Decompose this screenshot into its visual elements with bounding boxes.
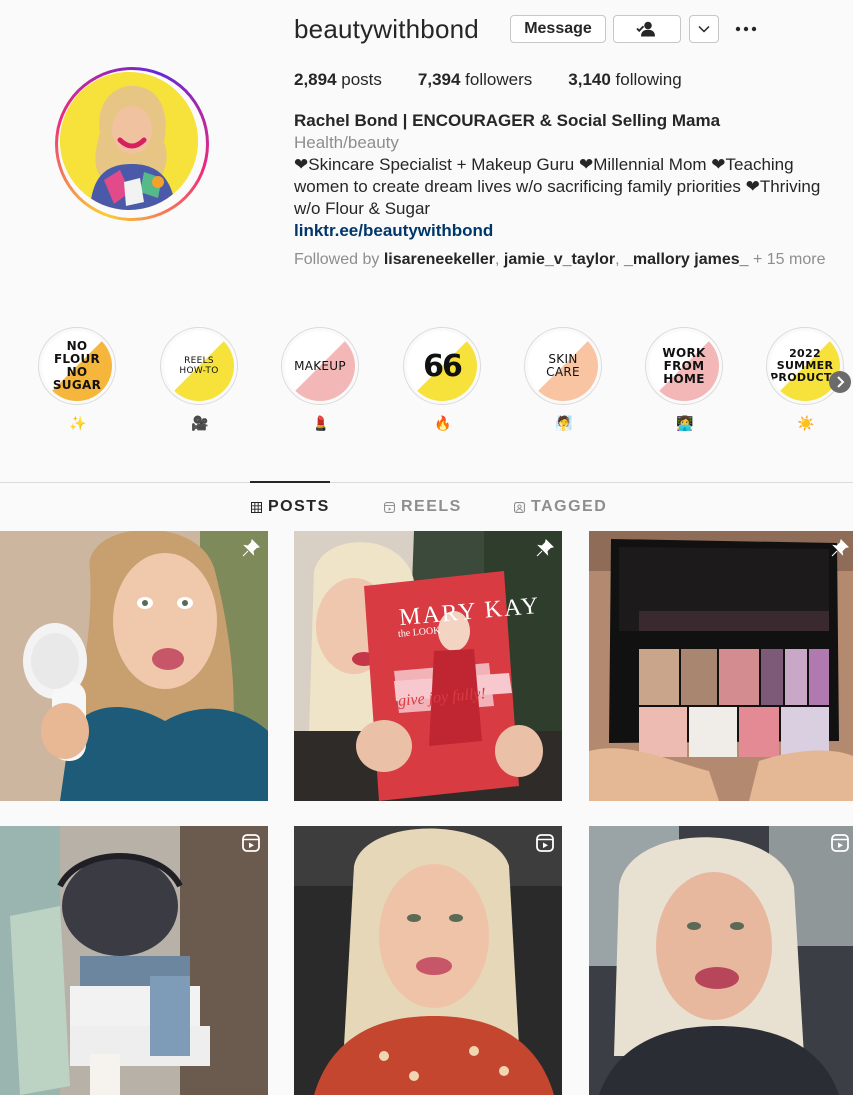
post-image	[294, 531, 562, 801]
post-image	[0, 531, 268, 801]
tab-tagged[interactable]: TAGGED	[514, 498, 607, 516]
post-thumbnail[interactable]	[0, 826, 268, 1095]
bio-text: ❤Skincare Specialist + Makeup Guru ❤Mill…	[294, 155, 821, 218]
tabs-divider	[0, 482, 853, 483]
followers-link[interactable]: 7,394 followers	[418, 70, 532, 90]
highlight-cover: 66	[403, 327, 481, 405]
followed-by-user[interactable]: _mallory james_	[624, 251, 749, 268]
highlight-cover: 2022 SUMMER PRODUCTS	[766, 327, 844, 405]
quote-marks-icon: 66	[423, 348, 463, 384]
following-count-value: 3,140	[568, 70, 611, 89]
post-image	[294, 826, 562, 1095]
following-button[interactable]	[613, 15, 681, 43]
highlight-quotes[interactable]: 66 🔥	[403, 327, 483, 432]
profile-username: beautywithbond	[294, 14, 479, 44]
reel-icon	[831, 834, 849, 852]
highlight-label: 🧖	[555, 415, 573, 431]
profile-full-name: Rachel Bond | ENCOURAGER & Social Sellin…	[294, 111, 721, 130]
highlight-title: REELS HOW-TO	[179, 356, 219, 376]
post-image	[589, 826, 853, 1095]
profile-category: Health/beauty	[294, 133, 399, 152]
tab-reels[interactable]: REELS	[384, 498, 462, 516]
followed-by-prefix: Followed by	[294, 251, 384, 268]
highlight-label: ☀️	[797, 415, 815, 431]
highlights-next-arrow[interactable]	[829, 371, 851, 393]
followers-count-label: followers	[460, 70, 533, 89]
avatar-photo	[60, 72, 198, 210]
highlight-reels-how-to[interactable]: REELS HOW-TO 🎥	[160, 327, 240, 432]
profile-bio: Rachel Bond | ENCOURAGER & Social Sellin…	[294, 110, 839, 242]
highlight-label: 🎥	[191, 415, 209, 431]
profile-avatar-story-ring[interactable]	[55, 67, 209, 221]
highlight-cover: NO FLOUR NO SUGAR	[38, 327, 116, 405]
pin-icon	[831, 539, 849, 557]
reels-icon	[384, 501, 395, 513]
highlight-skin-care[interactable]: SKIN CARE 🧖	[524, 327, 604, 432]
following-count-label: following	[610, 70, 682, 89]
post-thumbnail[interactable]	[0, 531, 268, 801]
post-thumbnail[interactable]	[589, 531, 853, 801]
ellipsis-icon	[735, 26, 757, 32]
highlight-no-flour-no-sugar[interactable]: NO FLOUR NO SUGAR ✨	[38, 327, 118, 432]
message-button[interactable]: Message	[510, 15, 606, 43]
profile-page: beautywithbond Message 2,894 posts 7,394…	[0, 0, 853, 1095]
chevron-down-icon	[698, 25, 710, 33]
grid-icon	[251, 501, 262, 513]
tab-posts[interactable]: POSTS	[251, 498, 330, 516]
followed-by-user[interactable]: jamie_v_taylor	[504, 251, 615, 268]
pin-icon	[536, 539, 554, 557]
chevron-right-icon	[837, 376, 845, 388]
tab-reels-label: REELS	[401, 498, 462, 515]
person-check-icon	[636, 21, 655, 37]
suggestions-dropdown-button[interactable]	[689, 15, 719, 43]
highlight-label: 💄	[312, 415, 330, 431]
bio-link[interactable]: linktr.ee/beautywithbond	[294, 220, 839, 242]
profile-stats: 2,894 posts 7,394 followers 3,140 follow…	[294, 70, 718, 90]
followed-by-user[interactable]: lisareneekeller	[384, 251, 495, 268]
post-thumbnail[interactable]	[294, 826, 562, 1095]
highlight-title: SKIN CARE	[546, 352, 580, 379]
tag-icon	[514, 501, 525, 513]
highlight-cover: REELS HOW-TO	[160, 327, 238, 405]
posts-count: 2,894 posts	[294, 70, 382, 90]
avatar	[60, 72, 198, 210]
posts-count-label: posts	[336, 70, 382, 89]
highlight-label: 👩‍💻	[676, 415, 694, 431]
post-thumbnail[interactable]	[589, 826, 853, 1095]
tab-tagged-label: TAGGED	[531, 498, 608, 515]
highlight-cover: SKIN CARE	[524, 327, 602, 405]
highlight-label: ✨	[69, 415, 87, 431]
followed-by-suffix: + 15 more	[748, 251, 826, 268]
reel-icon	[536, 834, 554, 852]
reel-icon	[242, 834, 260, 852]
post-image	[589, 531, 853, 801]
highlight-title: WORK FROM HOME	[662, 345, 706, 386]
options-button[interactable]	[734, 18, 758, 40]
followed-by[interactable]: Followed by lisareneekeller, jamie_v_tay…	[294, 252, 839, 268]
highlight-title: NO FLOUR NO SUGAR	[52, 339, 102, 392]
following-link[interactable]: 3,140 following	[568, 70, 681, 90]
highlight-label: 🔥	[434, 415, 452, 431]
pin-icon	[242, 539, 260, 557]
post-thumbnail[interactable]: MARY KAY the LOOK give joy fully!	[294, 531, 562, 801]
post-image	[0, 826, 268, 1095]
followers-count-value: 7,394	[417, 70, 461, 89]
highlight-cover: MAKEUP	[281, 327, 359, 405]
highlight-makeup[interactable]: MAKEUP 💄	[281, 327, 361, 432]
highlight-cover: WORK FROM HOME	[645, 327, 723, 405]
posts-count-value: 2,894	[294, 70, 337, 89]
highlight-title: MAKEUP	[294, 358, 346, 373]
tab-posts-label: POSTS	[268, 498, 330, 515]
active-tab-indicator	[250, 481, 330, 483]
highlight-work-from-home[interactable]: WORK FROM HOME 👩‍💻	[645, 327, 725, 432]
